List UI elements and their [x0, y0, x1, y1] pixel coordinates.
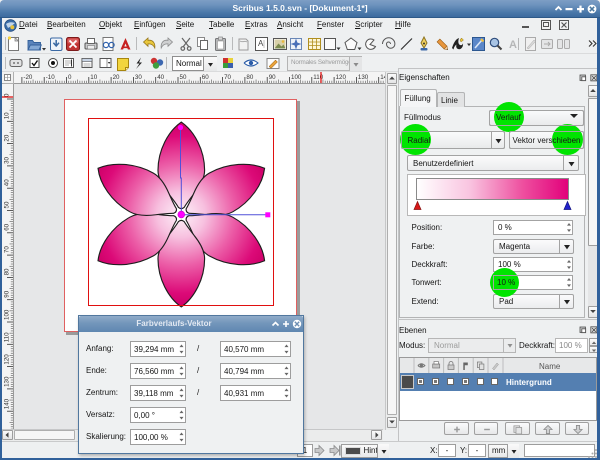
svg-text:80: 80	[4, 268, 11, 275]
svg-text:130: 130	[358, 74, 369, 81]
svg-text:40: 40	[157, 74, 164, 81]
svg-text:-20: -20	[23, 74, 33, 81]
svg-text:40: 40	[4, 179, 11, 186]
svg-text:50: 50	[180, 74, 187, 81]
svg-text:90: 90	[269, 74, 276, 81]
svg-text:20: 20	[4, 134, 11, 141]
svg-text:10: 10	[90, 74, 97, 81]
svg-text:140: 140	[4, 398, 11, 409]
svg-text:60: 60	[4, 223, 11, 230]
svg-text:30: 30	[4, 156, 11, 163]
svg-text:50: 50	[4, 201, 11, 208]
svg-text:90: 90	[4, 290, 11, 297]
svg-text:120: 120	[4, 354, 11, 365]
svg-text:100: 100	[291, 74, 302, 81]
svg-text:Name: Name	[539, 362, 561, 371]
svg-text:100: 100	[4, 309, 11, 320]
svg-text:0: 0	[68, 74, 72, 81]
svg-text:120: 120	[336, 74, 347, 81]
svg-text:130: 130	[4, 376, 11, 387]
svg-text:70: 70	[224, 74, 231, 81]
svg-text:30: 30	[135, 74, 142, 81]
svg-text:-10: -10	[46, 74, 56, 81]
svg-text:80: 80	[246, 74, 253, 81]
svg-text:110: 110	[4, 332, 11, 342]
svg-text:70: 70	[4, 246, 11, 253]
svg-text:A: A	[258, 39, 264, 48]
svg-text:20: 20	[113, 74, 120, 81]
svg-text:110: 110	[313, 74, 323, 81]
svg-text:60: 60	[202, 74, 209, 81]
svg-text:10: 10	[4, 112, 11, 119]
svg-text:A: A	[509, 39, 517, 51]
